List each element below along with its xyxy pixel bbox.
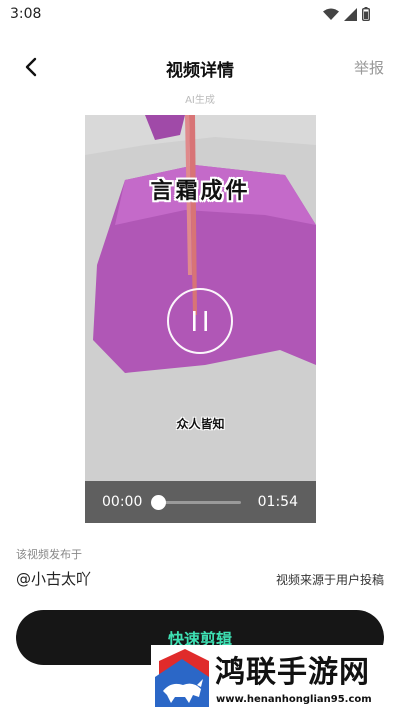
- battery-icon: [362, 7, 370, 21]
- signal-icon: [344, 7, 357, 21]
- status-icons: [323, 7, 370, 21]
- ai-generated-label: AI生成: [185, 95, 215, 106]
- nav-bar: 视频详情 举报: [0, 48, 400, 88]
- progress-track[interactable]: [159, 501, 241, 504]
- status-bar: 3:08: [0, 0, 400, 28]
- report-button[interactable]: 举报: [354, 57, 384, 78]
- current-time: 00:00: [102, 494, 143, 510]
- published-label: 该视频发布于: [16, 548, 82, 561]
- video-control-bar: 00:00 01:54: [85, 481, 316, 523]
- page-title: 视频详情: [166, 61, 234, 81]
- status-time: 3:08: [10, 6, 42, 22]
- bull-logo: [153, 647, 211, 709]
- author-name[interactable]: @小古太吖: [16, 568, 91, 589]
- video-player[interactable]: 言霜成件 众人皆知 00:00 01:54: [85, 115, 316, 523]
- progress-thumb[interactable]: [151, 495, 166, 510]
- video-caption-bottom: 众人皆知: [176, 417, 225, 431]
- video-caption-top: 言霜成件: [150, 179, 251, 204]
- pause-icon: [193, 311, 207, 331]
- watermark-title: 鸿联手游网: [215, 655, 370, 690]
- watermark-url: www.henanhonglian95.com: [216, 694, 372, 705]
- wifi-icon: [323, 8, 339, 20]
- total-time: 01:54: [257, 494, 298, 510]
- pause-button[interactable]: [167, 288, 233, 354]
- watermark: 鸿联手游网 www.henanhonglian95.com: [151, 645, 400, 711]
- source-note: 视频来源于用户投稿: [275, 573, 384, 587]
